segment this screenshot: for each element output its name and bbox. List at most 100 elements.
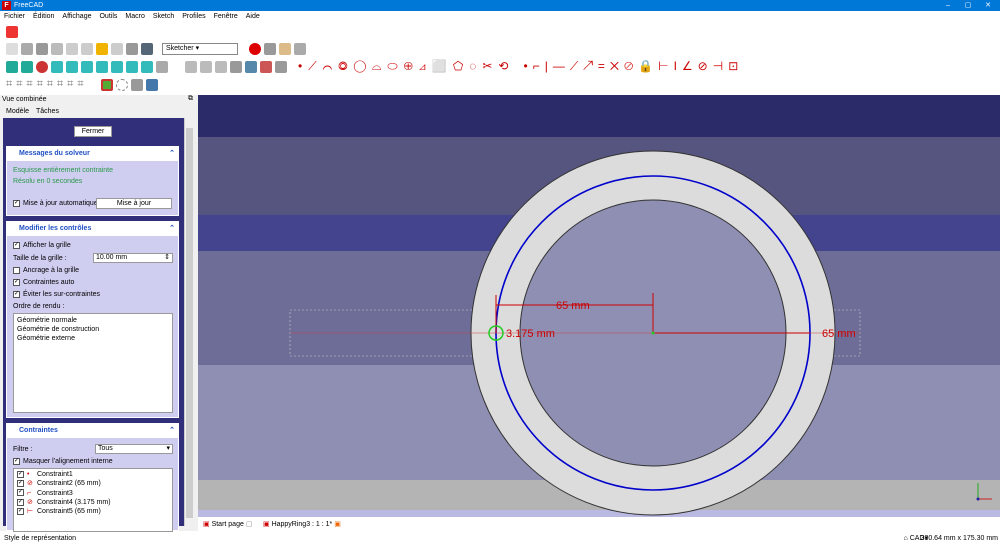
save-as-icon[interactable] — [51, 42, 63, 55]
left-view-icon[interactable] — [141, 60, 153, 73]
radius-icon: ⊘ — [27, 480, 33, 488]
update-button[interactable]: Mise à jour — [96, 198, 172, 209]
show-grid-checkbox[interactable]: ✓ Afficher la grille — [13, 241, 71, 250]
draw-style-icon[interactable] — [36, 60, 48, 73]
tab-taches[interactable]: Tâches — [36, 108, 59, 115]
sketch-geometry-tools[interactable]: •⟋⌒◎◯⌓⬭⊕⊿⬜⬠◌✂⟲ — [298, 59, 515, 74]
menu-affichage[interactable]: Affichage — [62, 11, 91, 22]
edit-macro-icon[interactable] — [279, 42, 291, 55]
minimize-button[interactable]: – — [938, 0, 958, 11]
undo-icon[interactable] — [96, 42, 108, 55]
menu-macro[interactable]: Macro — [125, 11, 144, 22]
new-sketch-icon[interactable] — [215, 60, 227, 73]
auto-constraints-checkbox[interactable]: ✓ Contraintes auto — [13, 278, 74, 287]
fit-selection-icon[interactable] — [21, 60, 33, 73]
filter-select[interactable]: Tous ▾ — [95, 444, 173, 454]
freecad-logo-icon: F — [2, 1, 11, 10]
front-view-icon[interactable] — [66, 60, 78, 73]
collapse-icon[interactable]: ⌃ — [169, 222, 175, 236]
solver-header[interactable]: Messages du solveur ⌃ — [7, 147, 178, 161]
dim-top-label[interactable]: 65 mm — [556, 300, 590, 312]
view-sketch-icon[interactable] — [245, 60, 257, 73]
isometric-view-icon[interactable] — [51, 60, 63, 73]
3d-viewport[interactable]: 65 mm 3.175 mm 65 mm — [198, 95, 1000, 517]
collapse-icon[interactable]: ⌃ — [169, 147, 175, 161]
menu-fichier[interactable]: Fichier — [4, 11, 25, 22]
menu-outils[interactable]: Outils — [99, 11, 117, 22]
stop-macro-icon[interactable] — [264, 42, 276, 55]
constraint-item[interactable]: ✓ • Constraint1 — [17, 470, 169, 479]
paste-icon[interactable] — [81, 42, 93, 55]
dim-right-label[interactable]: 65 mm — [822, 328, 856, 340]
avoid-redundant-checkbox[interactable]: ✓ Éviter les sur-contraintes — [13, 290, 100, 299]
render-order-item[interactable]: Géométrie de construction — [17, 325, 169, 334]
panel-scrollbar[interactable] — [184, 118, 194, 526]
sketch-helper-tools[interactable]: ⌗⌗⌗⌗⌗⌗⌗⌗ — [6, 78, 88, 91]
constraints-list[interactable]: ✓ • Constraint1 ✓ ⊘ Constraint2 (65 mm) ✓ ⌐ Co… — [13, 468, 173, 532]
right-view-icon[interactable] — [96, 60, 108, 73]
constraint-tools[interactable]: •⌐|—⟋↗=✕⊘🔒⊢I∠⊘⊣⊡ — [524, 59, 744, 74]
menu-profiles[interactable]: Profiles — [182, 11, 205, 22]
bspline-icon[interactable] — [100, 78, 113, 91]
record-macro-icon[interactable] — [249, 42, 261, 55]
constraint-item[interactable]: ✓ ⌐ Constraint3 — [17, 489, 169, 498]
constraint-item[interactable]: ✓ ⊘ Constraint4 (3.175 mm) — [17, 498, 169, 507]
controls-header[interactable]: Modifier les contrôles ⌃ — [7, 222, 178, 236]
leave-sketch-icon[interactable] — [230, 60, 242, 73]
virtual-space-icon[interactable] — [145, 78, 158, 91]
render-order-label: Ordre de rendu : — [13, 303, 65, 310]
constraint-item[interactable]: ✓ ⊘ Constraint2 (65 mm) — [17, 479, 169, 488]
save-icon[interactable] — [36, 42, 48, 55]
constraint-label: Constraint5 (65 mm) — [37, 508, 101, 516]
refresh-icon[interactable] — [126, 42, 138, 55]
close-button[interactable]: ✕ — [978, 0, 998, 11]
render-order-item[interactable]: Géométrie normale — [17, 316, 169, 325]
fit-all-icon[interactable] — [6, 60, 18, 73]
close-task-button[interactable]: Fermer — [74, 126, 112, 137]
tab-document[interactable]: ▣ HappyRing3 : 1 : 1* ▣ — [263, 519, 341, 531]
grid-icon[interactable] — [130, 78, 143, 91]
menu-fenetre[interactable]: Fenêtre — [214, 11, 238, 22]
render-order-item[interactable]: Géométrie externe — [17, 334, 169, 343]
tab-modele[interactable]: Modèle — [6, 108, 29, 115]
render-order-list[interactable]: Géométrie normale Géométrie de construct… — [13, 313, 173, 413]
snap-grid-checkbox[interactable]: Ancrage à la grille — [13, 266, 79, 275]
bottom-view-icon[interactable] — [126, 60, 138, 73]
collapse-icon[interactable]: ⌃ — [169, 424, 175, 438]
section-view-icon[interactable] — [275, 60, 287, 73]
rear-view-icon[interactable] — [111, 60, 123, 73]
constraint-item[interactable]: ✓ ⊢ Constraint5 (65 mm) — [17, 507, 169, 516]
workbench-select[interactable]: Sketcher ▾ — [162, 42, 238, 55]
open-icon[interactable] — [21, 42, 33, 55]
tab-start-page[interactable]: ▣ Start page ▢ — [203, 519, 252, 531]
top-view-icon[interactable] — [81, 60, 93, 73]
undock-icon[interactable]: ⧉ — [188, 95, 193, 103]
maximize-button[interactable]: ▢ — [958, 0, 978, 11]
title-bar: F FreeCAD – ▢ ✕ — [0, 0, 1000, 11]
constraints-header[interactable]: Contraintes ⌃ — [7, 424, 178, 438]
part-icon[interactable] — [185, 60, 197, 73]
grid-size-spinbox[interactable]: 10.00 mm ⇕ — [93, 253, 173, 263]
construction-icon[interactable] — [115, 78, 128, 91]
macro-icon[interactable] — [6, 25, 18, 38]
sketch-canvas[interactable]: 65 mm 3.175 mm 65 mm — [198, 95, 1000, 517]
menu-aide[interactable]: Aide — [246, 11, 260, 22]
auto-update-label: Mise à jour automatique — [23, 200, 98, 207]
group-icon[interactable] — [200, 60, 212, 73]
menu-sketch[interactable]: Sketch — [153, 11, 174, 22]
auto-update-checkbox[interactable]: ✓ Mise à jour automatique — [13, 199, 98, 208]
measure-icon[interactable] — [156, 60, 168, 73]
map-sketch-icon[interactable] — [260, 60, 272, 73]
solver-status: Esquisse entièrement contrainte — [13, 167, 113, 174]
tab-close-icon[interactable]: ▣ — [334, 521, 341, 528]
hide-internal-checkbox[interactable]: ✓ Masquer l'alignement interne — [13, 457, 113, 466]
menu-edition[interactable]: Édition — [33, 11, 54, 22]
new-icon[interactable] — [6, 42, 18, 55]
cut-icon[interactable] — [66, 42, 78, 55]
dim-left-label[interactable]: 3.175 mm — [506, 328, 555, 340]
show-grid-label: Afficher la grille — [23, 242, 71, 249]
edit-controls-section: Modifier les contrôles ⌃ ✓ Afficher la gri… — [6, 221, 179, 418]
redo-icon[interactable] — [111, 42, 123, 55]
whats-this-icon[interactable] — [141, 42, 153, 55]
run-macro-icon[interactable] — [294, 42, 306, 55]
